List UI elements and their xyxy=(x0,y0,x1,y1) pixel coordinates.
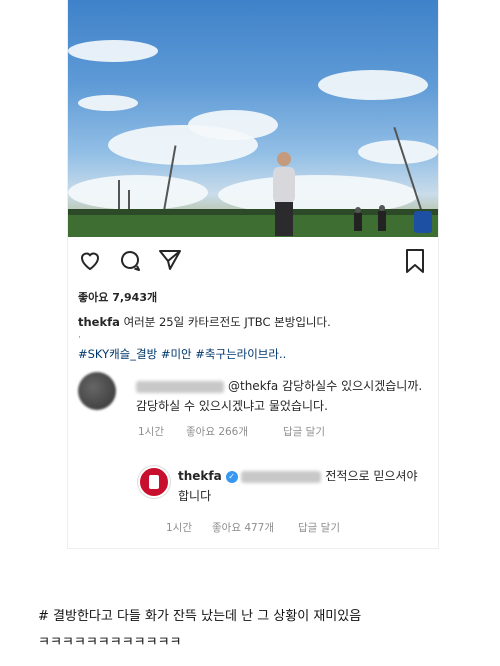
post-photo[interactable] xyxy=(68,0,438,237)
instagram-post: 좋아요 7,943개 thekfa 여러분 25일 카타르전도 JTBC 본방입… xyxy=(68,0,438,548)
bookmark-icon[interactable] xyxy=(404,248,426,274)
commenter-avatar[interactable] xyxy=(78,372,116,410)
player-figure xyxy=(378,205,386,231)
heart-icon[interactable] xyxy=(78,248,102,272)
caption-text: 여러분 25일 카타르전도 JTBC 본방입니다. xyxy=(123,315,331,329)
bottom-caption-line1: # 결방한다고 다들 화가 잔뜩 났는데 난 그 상황이 재미있음 xyxy=(38,609,362,624)
kfa-avatar[interactable] xyxy=(138,466,170,498)
mentioned-username-blurred[interactable] xyxy=(241,470,322,483)
comment-time: 1시간 xyxy=(138,426,165,438)
share-icon[interactable] xyxy=(158,248,182,272)
action-bar xyxy=(78,248,428,278)
comment-mention[interactable]: @thekfa xyxy=(228,379,278,393)
hashtags[interactable]: #SKY캐슬_결방 #미안 #축구는라이브라.. xyxy=(78,346,286,362)
reply-reply-button[interactable]: 답글 달기 xyxy=(298,520,340,535)
comment-likes[interactable]: 좋아요 266개 xyxy=(186,424,248,439)
reply-text: thekfa ✓ 전적으로 믿으셔야 합니다 xyxy=(178,469,418,503)
verified-badge-icon: ✓ xyxy=(225,470,238,483)
player-figure xyxy=(354,207,362,231)
comment-text: @thekfa 감당하실수 있으시겠습니까. 감당하실 수 있으시겠냐고 물었습… xyxy=(136,379,423,413)
caption-dot: · xyxy=(78,333,81,343)
reply-likes[interactable]: 좋아요 477개 xyxy=(212,520,274,535)
reply-username[interactable]: thekfa xyxy=(178,469,222,483)
reply-time: 1시간 xyxy=(166,522,193,534)
comment-reply-button[interactable]: 답글 달기 xyxy=(283,424,325,439)
likes-count[interactable]: 좋아요 7,943개 xyxy=(78,289,157,305)
bottom-caption-line2: ㅋㅋㅋㅋㅋㅋㅋㅋㅋㅋㅋㅋ xyxy=(38,635,182,650)
coach-figure xyxy=(273,152,295,236)
kfa-logo xyxy=(414,211,432,233)
post-caption: thekfa 여러분 25일 카타르전도 JTBC 본방입니다. xyxy=(78,314,331,330)
post-username[interactable]: thekfa xyxy=(78,315,120,329)
bottom-caption: # 결방한다고 다들 화가 잔뜩 났는데 난 그 상황이 재미있음 ㅋㅋㅋㅋㅋㅋ… xyxy=(38,604,488,656)
commenter-username-blurred[interactable] xyxy=(136,380,224,393)
comment-icon[interactable] xyxy=(118,248,142,272)
